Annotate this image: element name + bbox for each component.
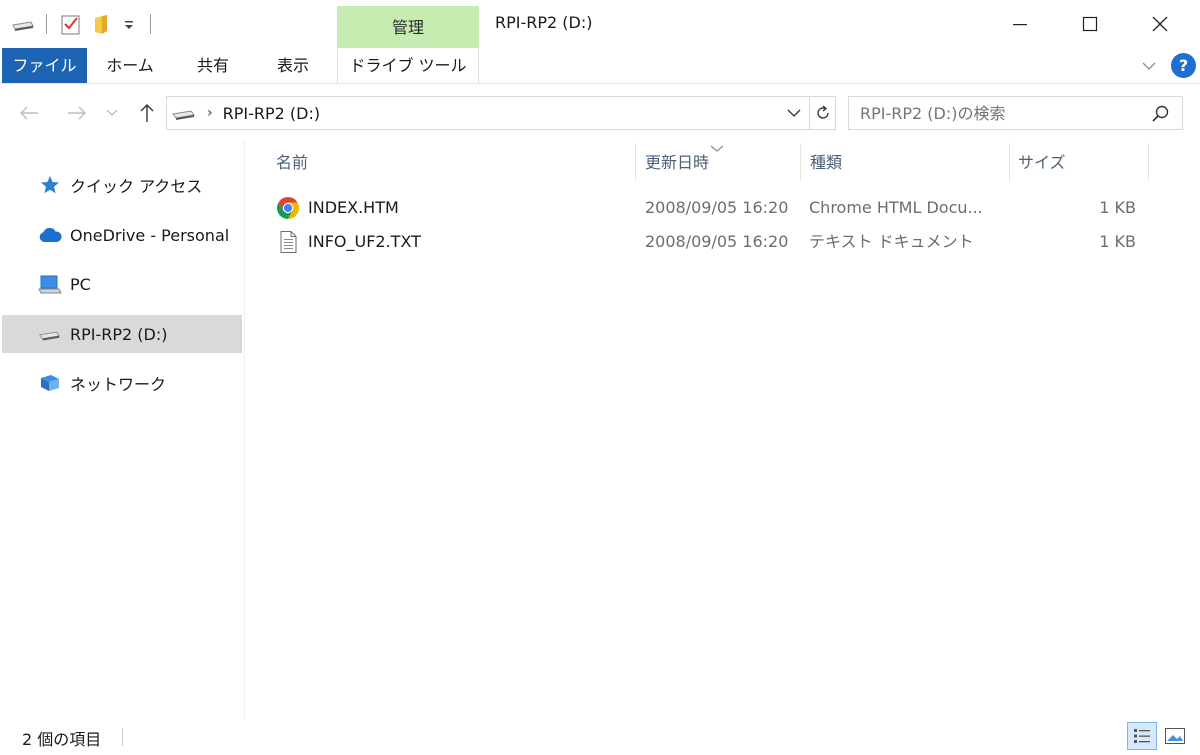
chevron-down-icon: [106, 109, 118, 116]
refresh-icon: [816, 105, 829, 119]
sidebar-item-label: ネットワーク: [70, 375, 167, 394]
sidebar-item-pc[interactable]: PC: [2, 265, 242, 303]
tab-drive-tools[interactable]: ドライブ ツール: [337, 48, 479, 83]
properties-icon[interactable]: [60, 0, 82, 48]
file-date: 2008/09/05 16:20: [645, 198, 789, 217]
file-size: 1 KB: [1099, 198, 1136, 217]
navigation-bar: › RPI-RP2 (D:): [0, 92, 1200, 134]
column-header-size[interactable]: サイズ: [1018, 140, 1143, 182]
column-separator[interactable]: [1009, 143, 1010, 181]
text-file-icon: [276, 230, 300, 254]
file-row[interactable]: INDEX.HTM 2008/09/05 16:20 Chrome HTML D…: [270, 192, 1150, 224]
file-name: INFO_UF2.TXT: [308, 232, 421, 251]
file-row[interactable]: INFO_UF2.TXT 2008/09/05 16:20 テキスト ドキュメン…: [270, 226, 1150, 258]
star-icon: [38, 173, 62, 197]
sidebar-item-label: PC: [70, 274, 91, 294]
column-separator[interactable]: [800, 143, 801, 181]
file-name: INDEX.HTM: [308, 198, 399, 217]
search-input[interactable]: [860, 103, 1140, 123]
recent-locations-button[interactable]: [102, 96, 122, 130]
column-separator[interactable]: [1148, 143, 1149, 181]
sidebar-item-onedrive[interactable]: OneDrive - Personal: [2, 216, 242, 254]
window-title: RPI-RP2 (D:): [495, 13, 593, 32]
maximize-button[interactable]: [1055, 0, 1125, 48]
large-icons-view-icon: [1165, 728, 1185, 744]
help-button[interactable]: ?: [1171, 53, 1196, 78]
search-icon[interactable]: [1152, 105, 1170, 127]
large-icons-view-button[interactable]: [1160, 722, 1190, 750]
sort-indicator-icon: [710, 139, 724, 157]
sidebar-item-label: クイック アクセス: [70, 177, 203, 196]
close-icon: [1152, 16, 1168, 32]
pane-divider[interactable]: [244, 140, 245, 720]
sidebar-item-quick-access[interactable]: クイック アクセス: [2, 166, 242, 204]
back-button[interactable]: [14, 96, 44, 130]
refresh-button[interactable]: [809, 97, 835, 129]
quick-access-drive-icon[interactable]: [10, 0, 36, 48]
tab-file[interactable]: ファイル: [2, 48, 87, 83]
details-view-icon: [1134, 729, 1150, 743]
status-bar: 2 個の項目: [0, 720, 1200, 755]
tab-share[interactable]: 共有: [178, 48, 248, 83]
file-type: Chrome HTML Docu...: [809, 198, 983, 217]
arrow-left-icon: [20, 106, 38, 120]
details-view-button[interactable]: [1127, 722, 1157, 750]
minimize-button[interactable]: [985, 0, 1055, 48]
chevron-down-icon: [787, 109, 801, 117]
sidebar-item-rpi-rp2[interactable]: RPI-RP2 (D:): [2, 315, 242, 353]
file-date: 2008/09/05 16:20: [645, 232, 789, 251]
navigation-pane: クイック アクセス OneDrive - Personal PC RPI-RP2…: [0, 145, 244, 720]
column-header-label: 種類: [810, 153, 843, 172]
chevron-down-icon: [1142, 62, 1156, 70]
file-type: テキスト ドキュメント: [809, 232, 974, 251]
context-tab-group-manage: 管理: [337, 6, 479, 48]
new-folder-icon[interactable]: [93, 0, 111, 48]
address-bar[interactable]: › RPI-RP2 (D:): [166, 96, 836, 130]
breadcrumb-chevron-icon[interactable]: ›: [207, 105, 213, 121]
sidebar-item-network[interactable]: ネットワーク: [2, 364, 242, 402]
item-count: 2 個の項目: [22, 730, 102, 749]
cloud-icon: [38, 223, 62, 247]
column-separator[interactable]: [635, 143, 636, 181]
tab-view[interactable]: 表示: [258, 48, 328, 83]
up-button[interactable]: [132, 96, 162, 130]
column-header-label: サイズ: [1018, 153, 1066, 172]
status-divider: [122, 728, 123, 746]
address-history-dropdown[interactable]: [787, 106, 801, 124]
computer-icon: [38, 272, 62, 296]
arrow-right-icon: [68, 106, 86, 120]
arrow-up-icon: [140, 104, 154, 122]
forward-button[interactable]: [62, 96, 92, 130]
column-header-name[interactable]: 名前: [276, 140, 631, 182]
expand-ribbon-button[interactable]: [1138, 54, 1160, 78]
column-header-label: 更新日時: [645, 153, 710, 172]
close-button[interactable]: [1125, 0, 1195, 48]
file-size: 1 KB: [1099, 232, 1136, 251]
breadcrumb-segment[interactable]: RPI-RP2 (D:): [223, 104, 320, 123]
drive-icon: [38, 322, 62, 346]
drive-icon: [171, 105, 199, 121]
minimize-icon: [1013, 24, 1027, 26]
network-icon: [38, 371, 62, 395]
column-header-type[interactable]: 種類: [810, 140, 1005, 182]
chrome-icon: [276, 196, 300, 220]
ribbon-tabs: ファイル ホーム 共有 表示 ドライブ ツール ?: [0, 48, 1200, 84]
customize-qa-dropdown-icon[interactable]: [122, 0, 136, 48]
search-box[interactable]: [848, 96, 1183, 130]
tab-home[interactable]: ホーム: [92, 48, 168, 83]
sidebar-item-label: RPI-RP2 (D:): [70, 324, 168, 344]
sidebar-item-label: OneDrive - Personal: [70, 225, 230, 245]
title-bar: 管理 RPI-RP2 (D:): [0, 0, 1200, 48]
maximize-icon: [1082, 16, 1098, 32]
column-header-label: 名前: [276, 153, 309, 172]
